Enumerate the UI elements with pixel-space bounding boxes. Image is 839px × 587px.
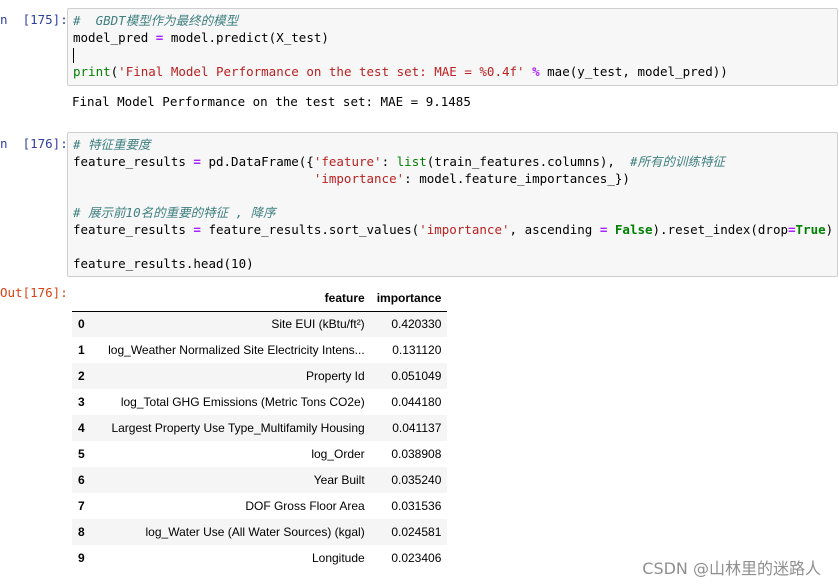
importance-cell: 0.024581 — [391, 525, 442, 539]
code-token: , ascending — [509, 222, 600, 237]
importance-cell: 0.031536 — [391, 499, 442, 513]
feature-importance-table: feature importance 0 Site EUI (kBtu/ft²) 0… — [72, 285, 448, 571]
row-index: 3 — [78, 395, 85, 409]
code-cell-175[interactable]: # GBDT模型作为最终的模型 model_pred = model.predi… — [67, 8, 838, 86]
table-row: 0 Site EUI (kBtu/ft²) 0.420330 — [72, 311, 448, 337]
table-row: 1 log_Weather Normalized Site Electricity… — [72, 337, 447, 363]
table-row: 9 Longitude 0.023406 — [72, 545, 447, 571]
code-line: print('Final Model Performance on the te… — [73, 63, 728, 80]
row-index: 1 — [78, 343, 85, 357]
row-index: 4 — [78, 421, 85, 435]
code-token: 'Final Model Performance on the test set… — [118, 64, 525, 79]
row-index: 6 — [78, 473, 85, 487]
row-index: 5 — [78, 447, 85, 461]
row-index: 8 — [78, 525, 85, 539]
importance-cell: 0.044180 — [391, 395, 442, 409]
code-token: 'importance' — [313, 171, 405, 186]
code-line: # 特征重要度 — [73, 136, 151, 153]
importance-cell: 0.420330 — [391, 317, 442, 332]
code-token: # 展示前10名的重要的特征 , 降序 — [73, 205, 276, 220]
code-token: list — [396, 154, 427, 169]
code-token: False — [614, 222, 653, 237]
feature-cell: log_Order — [311, 447, 365, 461]
code-token: ).reset_index(drop — [652, 222, 788, 237]
feature-cell: log_Water Use (All Water Sources) (kgal) — [145, 525, 365, 539]
code-line: model_pred = model.predict(X_test) — [73, 29, 329, 46]
feature-cell: Largest Property Use Type_Multifamily Ho… — [111, 421, 365, 435]
table-row: 2 Property Id 0.051049 — [72, 363, 448, 389]
cell-175-output: Final Model Performance on the test set:… — [72, 94, 471, 109]
code-token: = — [788, 222, 796, 237]
feature-cell: Year Built — [313, 473, 365, 487]
code-token: # 特征重要度 — [73, 137, 151, 152]
importance-cell: 0.041137 — [392, 421, 442, 435]
code-token: 'importance' — [419, 222, 510, 237]
table-row: 5 log_Order 0.038908 — [72, 441, 447, 467]
code-token: % — [532, 64, 540, 79]
csdn-watermark: CSDN @山林里的迷路人 — [642, 559, 821, 578]
code-token: : — [381, 154, 397, 169]
code-token: print — [73, 64, 111, 79]
cell-175-prompt: n [175]: — [0, 12, 68, 27]
feature-cell: Property Id — [305, 369, 365, 383]
column-header-importance: importance — [370, 285, 448, 312]
code-token: pd.DataFrame({ — [200, 154, 314, 169]
feature-cell: log_Weather Normalized Site Electricity … — [108, 343, 365, 357]
code-cell-176[interactable]: # 特征重要度 feature_results = pd.DataFrame({… — [67, 132, 838, 277]
code-token: 'feature' — [313, 154, 382, 169]
table-header-row: feature importance — [72, 285, 448, 312]
code-token: feature_results — [73, 154, 194, 169]
feature-cell: DOF Gross Floor Area — [245, 499, 365, 513]
code-token: feature_results.sort_values( — [200, 222, 420, 237]
code-line: feature_results.head(10) — [73, 255, 254, 272]
importance-cell: 0.131120 — [392, 343, 442, 357]
column-header-feature: feature — [90, 285, 371, 312]
cell-176-prompt: n [176]: — [0, 136, 68, 151]
row-index: 7 — [78, 499, 85, 513]
code-token: ) — [825, 222, 834, 237]
row-index: 9 — [78, 551, 85, 565]
table-row: 4 Largest Property Use Type_Multifamily H… — [72, 415, 448, 441]
text-cursor — [73, 48, 74, 63]
feature-cell: Site EUI (kBtu/ft²) — [271, 317, 365, 332]
code-line: feature_results = feature_results.sort_v… — [73, 221, 833, 238]
importance-cell: 0.051049 — [391, 369, 442, 383]
code-line: 'importance': model.feature_importances_… — [73, 170, 630, 187]
code-token: #所有的训练特征 — [629, 154, 725, 169]
code-token: feature_results — [73, 222, 194, 237]
feature-cell: log_Total GHG Emissions (Metric Tons CO2… — [120, 395, 365, 409]
row-index: 2 — [78, 369, 85, 383]
table-row: 7 DOF Gross Floor Area 0.031536 — [72, 493, 447, 519]
cell-176-out-prompt: Out[176]: — [0, 285, 68, 300]
code-line: # 展示前10名的重要的特征 , 降序 — [73, 204, 276, 221]
table-row: 3 log_Total GHG Emissions (Metric Tons CO… — [72, 389, 447, 415]
code-token: (train_features.columns), — [426, 154, 630, 169]
importance-cell: 0.035240 — [391, 473, 442, 487]
code-token: # GBDT模型作为最终的模型 — [73, 13, 239, 28]
feature-cell: Longitude — [311, 551, 365, 565]
code-token: feature_results.head(10) — [73, 256, 254, 271]
code-token: mae(y_test, model_pred)) — [539, 64, 728, 79]
code-token: model.predict(X_test) — [163, 30, 329, 45]
row-index: 0 — [78, 317, 85, 332]
code-line: # GBDT模型作为最终的模型 — [73, 12, 238, 29]
table-row: 6 Year Built 0.035240 — [72, 467, 448, 493]
index-header — [72, 285, 91, 312]
code-token: = — [193, 154, 201, 169]
importance-cell: 0.038908 — [391, 447, 442, 461]
table-row: 8 log_Water Use (All Water Sources) (kgal… — [72, 519, 448, 545]
importance-cell: 0.023406 — [391, 551, 442, 565]
code-token: True — [795, 222, 826, 237]
code-token: model_pred — [73, 30, 156, 45]
code-token: : model.feature_importances_}) — [404, 171, 630, 186]
code-line: feature_results = pd.DataFrame({'feature… — [73, 153, 725, 170]
code-token: = — [193, 222, 201, 237]
